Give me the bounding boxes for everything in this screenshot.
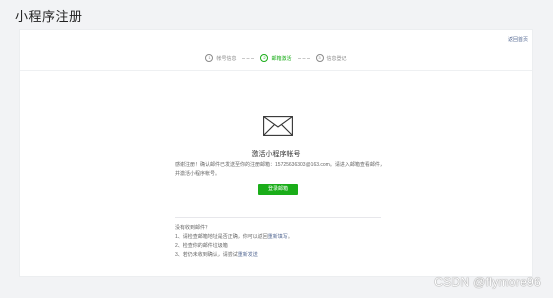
step-number: 1 bbox=[205, 54, 214, 62]
step-label: 邮箱激活 bbox=[271, 55, 292, 62]
step-number: 2 bbox=[260, 54, 269, 62]
help-section: 没有收到邮件？ 1、请检查邮箱地址是否正确，你可以返回重新填写。 2、检查你的邮… bbox=[175, 224, 415, 260]
help-line-1-suffix: 。 bbox=[287, 234, 293, 240]
activation-notice: 感谢注册！确认邮件已发送至你的注册邮箱：15725636303@163.com。… bbox=[175, 162, 385, 177]
step-info-registration: 3 信息登记 bbox=[315, 54, 347, 62]
step-separator bbox=[297, 57, 310, 59]
help-line-1-text: 1、请检查邮箱地址是否正确，你可以返回 bbox=[175, 234, 268, 240]
activate-title: 激活小程序帐号 bbox=[251, 151, 301, 158]
help-line-3: 3、若仍未收到确认，请尝试重新发送 bbox=[175, 251, 415, 260]
step-indicator: 1 帐号信息 2 邮箱激活 3 信息登记 bbox=[20, 54, 532, 62]
step-account-info: 1 帐号信息 bbox=[205, 54, 236, 62]
refill-link[interactable]: 重新填写 bbox=[268, 234, 288, 240]
login-email-button[interactable]: 登录邮箱 bbox=[258, 184, 298, 195]
help-line-1: 1、请检查邮箱地址是否正确，你可以返回重新填写。 bbox=[175, 233, 415, 242]
step-label: 帐号信息 bbox=[216, 55, 237, 62]
page-title: 小程序注册 bbox=[15, 9, 83, 24]
watermark: CSDN @flymore96 bbox=[434, 275, 541, 289]
back-home-link[interactable]: 返回首页 bbox=[508, 36, 528, 43]
step-label: 信息登记 bbox=[326, 55, 347, 62]
registration-card: 返回首页 1 帐号信息 2 邮箱激活 3 信息登记 激活小程序帐号 感谢注册！确… bbox=[20, 30, 532, 276]
resend-link[interactable]: 重新发送 bbox=[238, 252, 258, 258]
step-separator bbox=[242, 57, 255, 59]
step-number: 3 bbox=[315, 54, 324, 62]
help-line-2: 2、检查你的邮件垃圾箱 bbox=[175, 243, 228, 249]
step-email-activation: 2 邮箱激活 bbox=[260, 54, 292, 62]
help-line-3-text: 3、若仍未收到确认，请尝试 bbox=[175, 252, 238, 258]
envelope-icon bbox=[263, 116, 293, 136]
help-heading: 没有收到邮件？ bbox=[175, 225, 211, 231]
header-divider bbox=[20, 70, 532, 71]
help-divider bbox=[175, 217, 381, 218]
